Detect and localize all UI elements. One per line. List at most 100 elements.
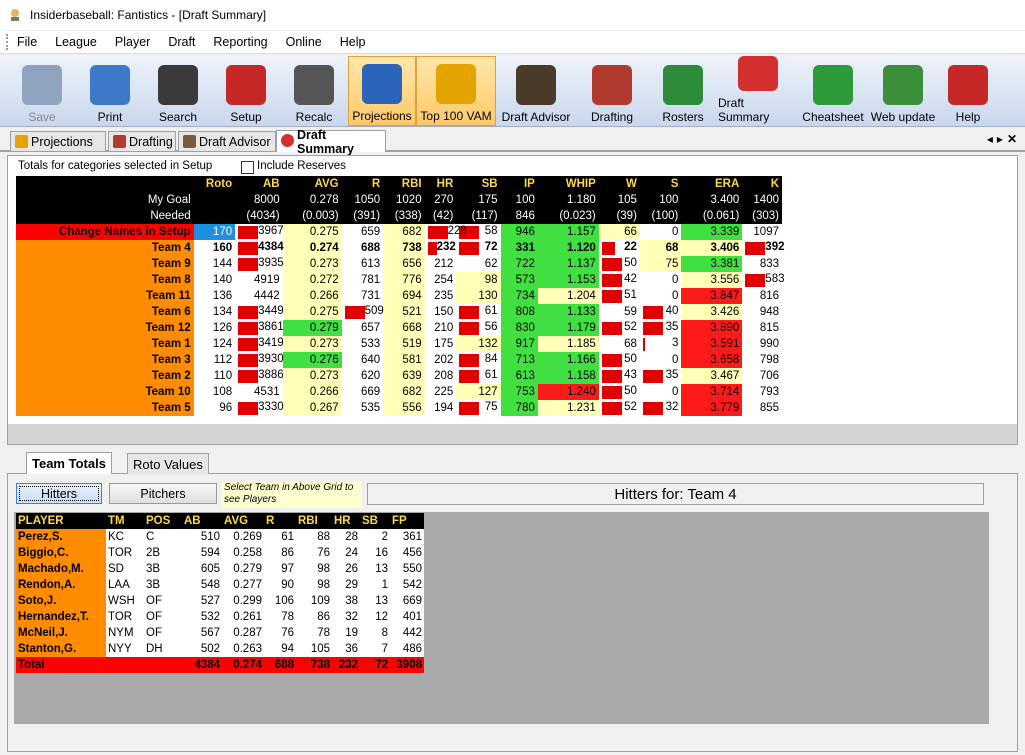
team-name: Team 2 — [16, 368, 194, 384]
player-stat: 669 — [390, 593, 424, 609]
stat-cell: 639 — [383, 368, 425, 384]
tab-team-totals[interactable]: Team Totals — [26, 452, 112, 474]
player-row[interactable]: Machado,M. SD 3B 605 0.279 97 98 26 13 550 — [16, 561, 424, 577]
team-row[interactable]: Team 5 96 3330 0.267 535 556 194 75 780 1.231 52 32… — [16, 400, 782, 416]
tab-roto-values[interactable]: Roto Values — [127, 453, 209, 474]
stat-value: 58 — [484, 225, 498, 237]
tab-scroll-right-icon[interactable]: ▸ — [997, 132, 1007, 146]
select-team-hint: Select Team in Above Grid to see Players — [222, 482, 362, 508]
column-header: TM — [106, 513, 144, 529]
player-stat: 442 — [390, 625, 424, 641]
close-icon[interactable]: ✕ — [1007, 132, 1021, 146]
deficit-bar — [459, 322, 480, 335]
player-stat: 88 — [296, 529, 332, 545]
toolbar-setup-button[interactable]: Setup — [212, 56, 280, 126]
players-grid: PLAYER TM POS AB AVG R RBI HR SB FP Perez,S. KC C 510… — [16, 513, 424, 673]
menu-online[interactable]: Online — [286, 35, 322, 49]
deficit-bar — [238, 338, 259, 351]
team-row[interactable]: Team 3 112 3930 0.276 640 581 202 84 713 1.166 50 0… — [16, 352, 782, 368]
deficit-bar — [601, 370, 622, 383]
player-row[interactable]: McNeil,J. NYM OF 567 0.287 76 78 19 8 442 — [16, 625, 424, 641]
deficit-bar — [238, 322, 259, 335]
toolbar-help-button[interactable]: Help — [938, 56, 998, 126]
stat-cell: 0.266 — [282, 384, 342, 400]
stat-cell: 228 — [424, 224, 467, 240]
player-stat: 24 — [332, 545, 360, 561]
stat-cell: 0 — [639, 352, 682, 368]
stat-cell: 669 — [341, 384, 384, 400]
stat-cell: 3930 — [235, 352, 284, 368]
tab-projections[interactable]: Projections — [10, 131, 106, 151]
hitters-button[interactable]: Hitters — [16, 483, 102, 504]
grid-row: Roto AB AVG R RBI HR SB IP WHIP W S ERA K — [16, 176, 782, 192]
stat-cell: 694 — [383, 288, 425, 304]
toolbar-recalc-button[interactable]: Recalc — [280, 56, 348, 126]
grid-scroll-area[interactable] — [8, 424, 1017, 444]
stat-cell: 210 — [424, 320, 457, 336]
player-stat: 532 — [182, 609, 222, 625]
team-row[interactable]: Team 8 140 4919 0.272 781 776 254 98 573 1.153 42 0… — [16, 272, 785, 288]
stat-cell: 1.185 — [537, 336, 599, 352]
tab-drafting[interactable]: Drafting — [108, 131, 176, 151]
deficit-bar — [745, 274, 766, 287]
team-row[interactable]: Team 1 124 3419 0.273 533 519 175 132 917 1.185 68… — [16, 336, 782, 352]
stat-cell: 160 — [193, 240, 236, 256]
document-tabs: Projections Drafting Draft Advisor Draft… — [0, 128, 1025, 156]
menu-file[interactable]: File — [17, 35, 37, 49]
menu-draft[interactable]: Draft — [168, 35, 195, 49]
menu-league[interactable]: League — [55, 35, 97, 49]
include-reserves-label: Include Reserves — [257, 160, 346, 172]
stat-cell: 509 — [341, 304, 384, 320]
stat-value: 3419 — [258, 337, 284, 349]
stat-cell: 130 — [456, 288, 501, 304]
menu-help[interactable]: Help — [340, 35, 366, 49]
draft-board-icon — [592, 65, 632, 105]
player-row[interactable]: Stanton,G. NYY DH 502 0.263 94 105 36 7 486 — [16, 641, 424, 657]
toolbar-cheatsheet-button[interactable]: Cheatsheet — [798, 56, 868, 126]
stat-cell: 59 — [598, 304, 640, 320]
stat-cell: 331 — [500, 240, 538, 256]
toolbar-search-button[interactable]: Search — [144, 56, 212, 126]
toolbar-print-button[interactable]: Print — [76, 56, 144, 126]
toolbar-save-button[interactable]: Save — [8, 56, 76, 126]
tab-draft-advisor[interactable]: Draft Advisor — [178, 131, 276, 151]
team-row[interactable]: Change Names in Setup 170 3967 0.275 659 682 2… — [16, 224, 782, 240]
stat-value: 56 — [484, 321, 498, 333]
tab-draft-summary[interactable]: Draft Summary — [276, 128, 386, 156]
stat-cell: 780 — [500, 400, 538, 416]
toolbar-draft-summary-button[interactable]: Draft Summary — [718, 56, 798, 126]
tab-label: Draft Summary — [297, 127, 354, 156]
toolbar-drafting-button[interactable]: Drafting — [576, 56, 648, 126]
column-header: S — [639, 176, 682, 192]
player-row[interactable]: Soto,J. WSH OF 527 0.299 106 109 38 13 669 — [16, 593, 424, 609]
toolbar-top-100-vam-button[interactable]: Top 100 VAM — [416, 56, 496, 126]
player-row[interactable]: Rendon,A. LAA 3B 548 0.277 90 98 29 1 542 — [16, 577, 424, 593]
team-row[interactable]: Team 12 126 3861 0.279 657 668 210 56 830 1.179 52… — [16, 320, 782, 336]
menu-player[interactable]: Player — [115, 35, 150, 49]
hitters-for-label: Hitters for: Team 4 — [367, 483, 984, 505]
stat-cell: 682 — [383, 384, 425, 400]
binoculars-icon — [158, 65, 198, 105]
stat-cell: 3449 — [235, 304, 284, 320]
team-row[interactable]: Team 6 134 3449 0.275 509 521 150 61 808 1.133 59 4… — [16, 304, 782, 320]
stat-value: 22 — [624, 241, 637, 253]
player-row[interactable]: Perez,S. KC C 510 0.269 61 88 28 2 361 — [16, 529, 424, 545]
toolbar-draft-advisor-button[interactable]: Draft Advisor — [496, 56, 576, 126]
player-row[interactable]: Biggio,C. TOR 2B 594 0.258 86 76 24 16 456 — [16, 545, 424, 561]
player-row[interactable]: Hernandez,T. TOR OF 532 0.261 78 86 32 12 401 — [16, 609, 424, 625]
team-row[interactable]: Team 9 144 3935 0.273 613 656 212 62 722 1.137 50 7… — [16, 256, 782, 272]
stat-value: 583 — [765, 273, 785, 285]
include-reserves-checkbox[interactable] — [241, 161, 254, 174]
tab-scroll-left-icon[interactable]: ◂ — [987, 132, 997, 146]
team-row[interactable]: Team 2 110 3886 0.273 620 639 208 61 613 1.158 43 3… — [16, 368, 782, 384]
toolbar-rosters-button[interactable]: Rosters — [648, 56, 718, 126]
player-stat: 0.258 — [222, 545, 264, 561]
team-row[interactable]: Team 10 108 4531 0.266 669 682 225 127 753 1.240 5… — [16, 384, 782, 400]
toolbar-projections-button[interactable]: Projections — [348, 56, 416, 126]
team-row[interactable]: Team 4 160 4384 0.274 688 738 232 72 331 1.120 22 6… — [16, 240, 784, 256]
team-row[interactable]: Team 11 136 4442 0.266 731 694 235 130 734 1.204 5… — [16, 288, 782, 304]
pitchers-button[interactable]: Pitchers — [109, 483, 217, 504]
toolbar-web-update-button[interactable]: Web update — [868, 56, 938, 126]
menu-reporting[interactable]: Reporting — [213, 35, 267, 49]
needed-cell: (303) — [742, 208, 782, 224]
